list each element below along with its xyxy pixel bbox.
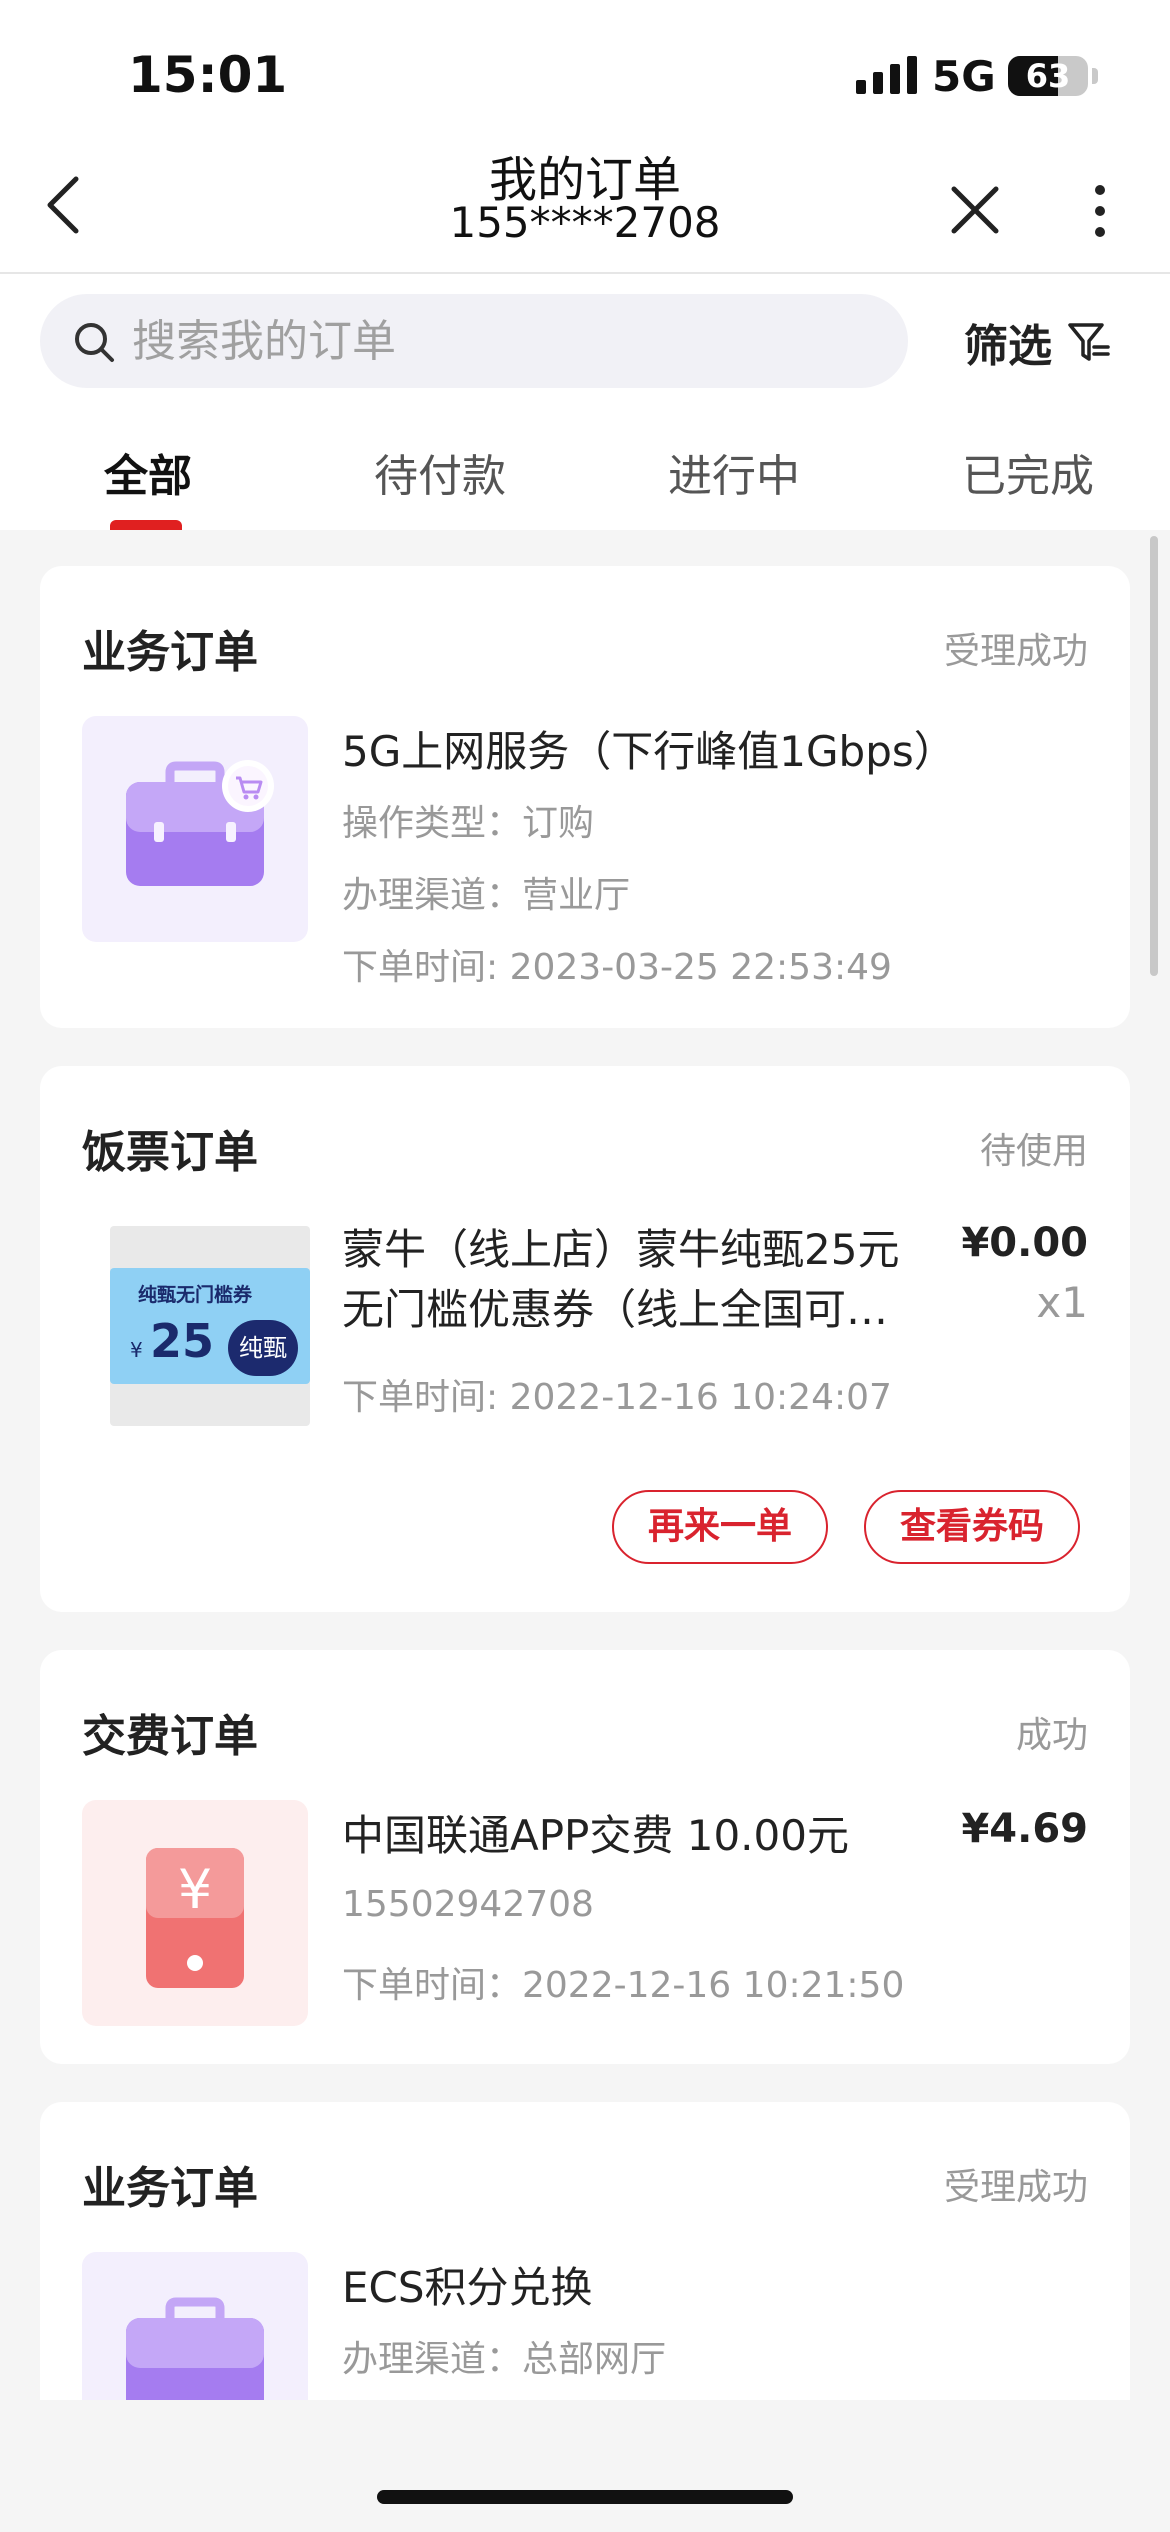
phone-yuan-icon: ¥ <box>146 1848 244 1988</box>
channel: 办理渠道：总部网厅 <box>342 2339 667 2380</box>
item-name-line1: 蒙牛（线上店）蒙牛纯甄25元 <box>342 1225 900 1274</box>
close-button[interactable] <box>940 175 1010 245</box>
order-type: 交费订单 <box>82 1711 258 1762</box>
order-status: 受理成功 <box>943 631 1088 672</box>
filter-button[interactable]: 筛选 <box>964 304 1112 380</box>
order-time: 下单时间: 2022-12-16 10:24:07 <box>342 1377 892 1418</box>
nav-divider <box>0 272 1170 274</box>
home-indicator[interactable] <box>377 2490 793 2504</box>
view-coupon-code-button[interactable]: 查看券码 <box>864 1490 1080 1564</box>
active-tab-indicator <box>110 520 182 530</box>
filter-icon <box>1068 323 1110 361</box>
order-thumbnail: ¥ <box>82 1800 308 2026</box>
channel: 办理渠道：营业厅 <box>342 875 631 916</box>
order-type: 业务订单 <box>82 627 258 678</box>
operation-type: 操作类型：订购 <box>342 803 595 844</box>
battery-nub <box>1092 68 1098 84</box>
coupon-amount: 25 <box>150 1314 215 1368</box>
scrollbar[interactable] <box>1150 536 1158 976</box>
order-status: 受理成功 <box>943 2167 1088 2208</box>
order-thumbnail <box>82 716 308 942</box>
coupon-heading: 纯甄无门槛券 <box>138 1284 253 1306</box>
more-button[interactable] <box>1080 180 1120 250</box>
order-card[interactable]: 饭票订单 待使用 纯甄无门槛券 ¥ 25 纯甄 蒙牛（线上店）蒙牛纯甄25元 无… <box>40 1066 1130 1612</box>
order-status: 成功 <box>1015 1715 1088 1756</box>
order-status: 待使用 <box>979 1131 1088 1172</box>
item-name: 中国联通APP交费 10.00元 <box>342 1811 849 1860</box>
order-time: 下单时间: 2023-03-25 22:53:49 <box>342 947 892 988</box>
search-box[interactable] <box>40 294 908 388</box>
coupon-currency: ¥ <box>130 1338 143 1362</box>
search-input[interactable] <box>132 294 872 388</box>
close-icon <box>951 186 999 234</box>
status-time: 15:01 <box>128 46 288 104</box>
brand-logo: 纯甄 <box>228 1320 298 1376</box>
order-type: 业务订单 <box>82 2163 258 2214</box>
battery-level: 63 <box>1025 57 1071 95</box>
order-card[interactable]: 业务订单 受理成功 5G上网服务（下行峰值1Gbps） 操作类型：订购 办理渠道… <box>40 566 1130 1028</box>
filter-label: 筛选 <box>964 321 1052 372</box>
item-name: 5G上网服务（下行峰值1Gbps） <box>342 727 956 776</box>
item-price: ¥0.00 <box>961 1220 1088 1266</box>
order-time: 下单时间：2022-12-16 10:21:50 <box>342 1965 905 2006</box>
item-name: ECS积分兑换 <box>342 2263 593 2312</box>
tab-in-progress[interactable]: 进行中 <box>668 440 800 504</box>
order-card[interactable]: 交费订单 成功 ¥ 中国联通APP交费 10.00元 ¥4.69 1550294… <box>40 1650 1130 2064</box>
reorder-button[interactable]: 再来一单 <box>612 1490 828 1564</box>
order-type: 饭票订单 <box>82 1127 258 1178</box>
more-vertical-icon <box>1095 185 1105 237</box>
phone-number: 15502942708 <box>342 1884 594 1925</box>
item-price: ¥4.69 <box>961 1806 1088 1852</box>
battery-icon: 63 <box>1008 56 1088 96</box>
item-quantity: x1 <box>1036 1278 1088 1327</box>
svg-text:¥: ¥ <box>178 1858 212 1921</box>
tab-all[interactable]: 全部 <box>104 440 192 504</box>
item-name-line2: 无门槛优惠券（线上全国可… <box>342 1285 889 1334</box>
network-type: 5G <box>932 52 996 101</box>
coupon-image: 纯甄无门槛券 ¥ 25 纯甄 <box>110 1226 310 1426</box>
tab-pending-payment[interactable]: 待付款 <box>374 440 506 504</box>
signal-icon <box>856 56 917 94</box>
tab-completed[interactable]: 已完成 <box>962 440 1094 504</box>
search-icon <box>75 323 114 362</box>
briefcase-cart-icon <box>126 760 274 886</box>
bottom-area <box>0 2400 1170 2532</box>
coupon-ticket: 纯甄无门槛券 ¥ 25 纯甄 <box>110 1268 310 1384</box>
